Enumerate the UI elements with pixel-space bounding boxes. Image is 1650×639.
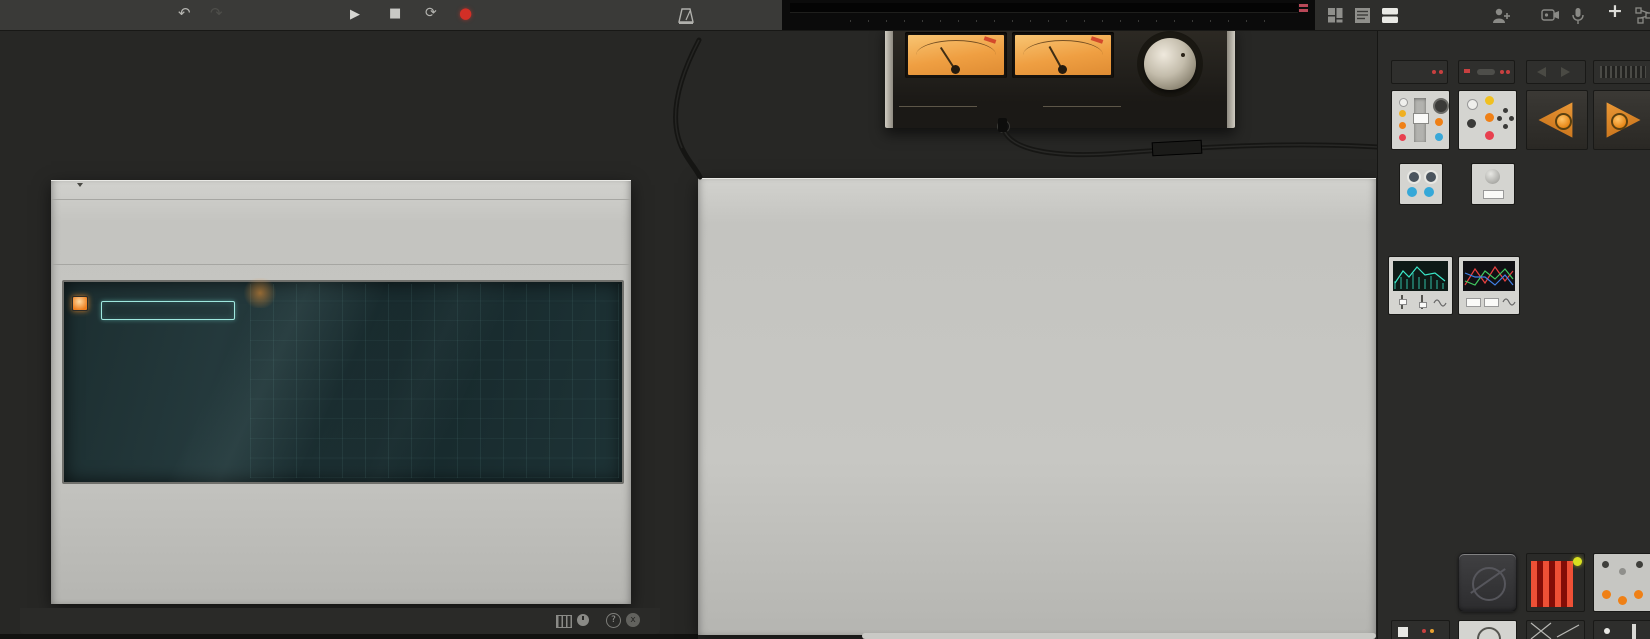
effect-red-grid-device[interactable] xyxy=(1526,553,1585,612)
mixer-window xyxy=(698,178,1376,635)
daw-app: ↶ ↷ ▶ ■ ⟳ ● xyxy=(0,0,1650,639)
effect-logo-device[interactable] xyxy=(1458,553,1517,612)
close-icon[interactable]: x xyxy=(626,613,640,627)
add-user-icon[interactable] xyxy=(1491,7,1511,24)
cable-tag xyxy=(1152,140,1203,157)
mixer-scrollbar[interactable] xyxy=(862,633,1376,639)
device-thumbnail[interactable] xyxy=(1526,620,1585,639)
metronome-icon[interactable] xyxy=(676,7,696,25)
help-icon[interactable]: ? xyxy=(606,613,621,628)
divider xyxy=(52,264,630,265)
output-level-knob[interactable] xyxy=(1144,38,1196,90)
record-button[interactable]: ● xyxy=(459,4,472,22)
list-view-icon[interactable] xyxy=(1354,7,1371,24)
device-right-rail xyxy=(1227,27,1235,128)
meter-clip-indicator xyxy=(1299,4,1308,7)
device-thumbnail[interactable] xyxy=(1526,60,1586,84)
stop-button[interactable]: ■ xyxy=(389,6,401,21)
master-level-meter xyxy=(790,3,1298,13)
play-button[interactable]: ▶ xyxy=(350,7,360,22)
device-thumbnail[interactable] xyxy=(1458,620,1517,639)
topbar-right: + xyxy=(1315,0,1650,30)
split-view-icon[interactable] xyxy=(1381,7,1399,24)
device-thumbnail[interactable] xyxy=(1391,620,1450,639)
stereo-output-device xyxy=(885,27,1235,128)
browser-panel xyxy=(1377,30,1650,639)
playhead-glow xyxy=(242,278,278,308)
meter-clip-indicator xyxy=(1299,9,1308,12)
device-thumbnail-small[interactable] xyxy=(1399,163,1443,205)
meter-ticks xyxy=(850,20,1280,22)
selected-sample-box[interactable] xyxy=(101,301,235,320)
add-track-icon[interactable]: + xyxy=(1607,0,1623,22)
top-menu-bar: ↶ ↷ ▶ ■ ⟳ ● xyxy=(0,0,1650,31)
bottom-strip xyxy=(0,634,698,639)
device-thumbnail-small[interactable] xyxy=(1471,163,1515,205)
divider xyxy=(52,199,630,200)
mastering-device-analyzer[interactable] xyxy=(1458,256,1520,315)
device-thumbnail-right-arrow[interactable] xyxy=(1593,90,1650,150)
device-left-rail xyxy=(885,27,893,128)
plugin-footer-bar: ? x xyxy=(20,608,660,634)
vu-meter-right xyxy=(1012,32,1114,78)
output-jack[interactable] xyxy=(997,120,1010,133)
device-thumbnail-channel[interactable] xyxy=(1391,90,1450,150)
device-thumbnail[interactable] xyxy=(1458,60,1515,84)
mastering-device-eq[interactable] xyxy=(1388,256,1453,315)
undo-icon[interactable]: ↶ xyxy=(178,4,191,22)
device-thumbnail[interactable] xyxy=(1391,60,1448,84)
effect-gray-knobs-device[interactable] xyxy=(1593,553,1650,612)
knob-mode-icon[interactable] xyxy=(577,614,589,626)
device-thumbnail[interactable] xyxy=(1593,60,1650,84)
step-grid[interactable] xyxy=(250,284,619,478)
vu-meter-left xyxy=(905,32,1007,78)
note-arrow-icon xyxy=(77,183,83,187)
sample-active-led xyxy=(72,296,88,311)
device-thumbnail-knobs[interactable] xyxy=(1458,90,1517,150)
device-thumbnail-left-arrow[interactable] xyxy=(1526,90,1588,150)
device-thumbnail[interactable] xyxy=(1593,620,1650,639)
video-camera-icon[interactable] xyxy=(1541,7,1561,23)
routing-icon[interactable] xyxy=(1635,7,1650,24)
keyboard-icon[interactable] xyxy=(556,615,572,628)
loop-button[interactable]: ⟳ xyxy=(425,5,437,21)
arranger-view-icon[interactable] xyxy=(1327,7,1344,24)
redo-icon[interactable]: ↷ xyxy=(210,4,223,22)
microphone-icon[interactable] xyxy=(1571,7,1585,25)
